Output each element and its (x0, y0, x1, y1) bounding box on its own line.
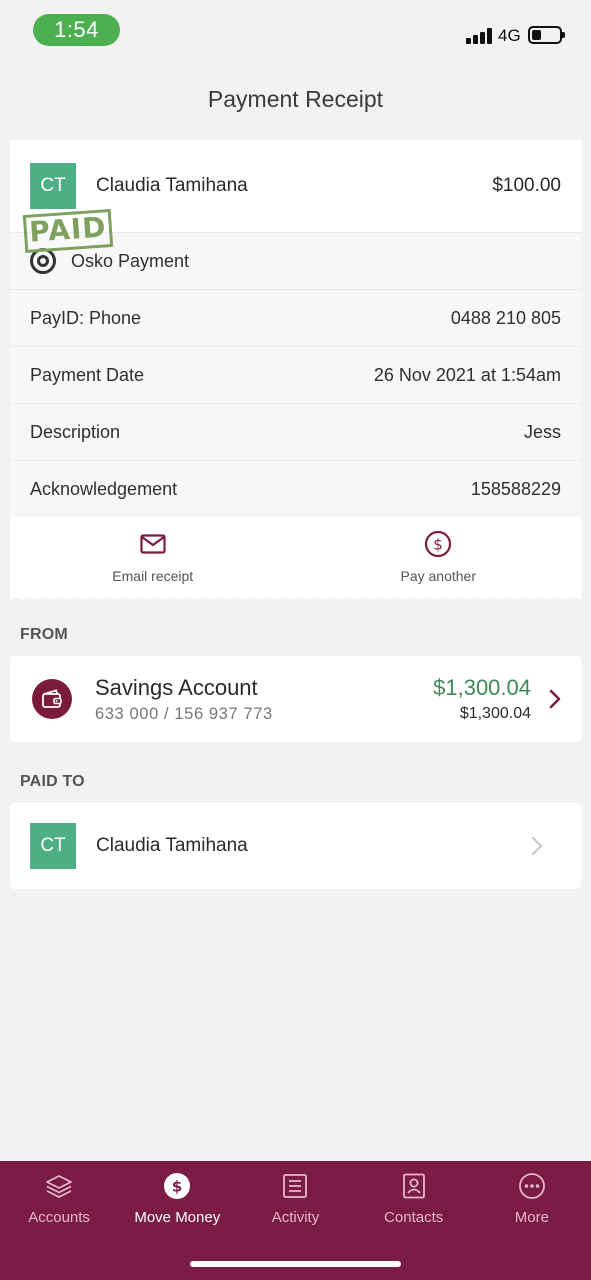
paid-stamp: PAID (22, 208, 114, 254)
account-name: Savings Account (95, 674, 258, 700)
signal-icon (466, 28, 492, 44)
receipt-card: CT Claudia Tamihana $100.00 Osko Payment… (10, 139, 581, 603)
payee-avatar: CT (30, 163, 76, 209)
page-title: Payment Receipt (207, 86, 384, 112)
pay-another-button[interactable]: $ Pay another (296, 517, 582, 597)
detail-value: 158588229 (470, 478, 561, 499)
detail-row-acknowledgement: Acknowledgement 158588229 (10, 460, 581, 517)
paid-to-section-label: PAID TO (20, 773, 85, 790)
detail-label: Description (30, 421, 121, 442)
svg-text:$: $ (172, 1178, 182, 1196)
payment-receipt-screen: 1:54 4G Payment Receipt CT Claudia Tamih… (0, 0, 591, 1280)
detail-label: PayID: Phone (30, 307, 142, 328)
chevron-right-icon (549, 689, 561, 709)
detail-value: 26 Nov 2021 at 1:54am (373, 364, 561, 385)
payment-amount: $100.00 (492, 175, 561, 196)
wallet-icon (32, 679, 72, 719)
current-balance: $1,300.04 (459, 705, 531, 722)
paid-to-card[interactable]: CT Claudia Tamihana (10, 803, 581, 889)
chevron-right-icon (531, 836, 543, 856)
envelope-icon (140, 534, 166, 554)
pay-another-label: Pay another (400, 568, 477, 584)
contact-book-icon (399, 1171, 429, 1201)
email-receipt-button[interactable]: Email receipt (10, 517, 296, 597)
from-section-label: FROM (20, 626, 68, 643)
paid-to-avatar: CT (30, 823, 76, 869)
detail-label: Payment Date (30, 364, 145, 385)
dollar-circle-icon: $ (162, 1171, 192, 1201)
dollar-circle-icon: $ (425, 530, 452, 558)
email-receipt-label: Email receipt (112, 568, 194, 584)
available-balance: $1,300.04 (433, 675, 531, 700)
status-time[interactable]: 1:54 (33, 14, 120, 46)
tab-label: Contacts (384, 1209, 444, 1226)
network-type: 4G (498, 26, 521, 45)
detail-row-payment-date: Payment Date 26 Nov 2021 at 1:54am (10, 346, 581, 403)
detail-label: Acknowledgement (30, 478, 178, 499)
svg-text:$: $ (433, 536, 443, 554)
payee-name: Claudia Tamihana (96, 175, 248, 196)
tab-label: Accounts (28, 1209, 90, 1226)
tab-more[interactable]: More (473, 1161, 591, 1280)
more-dots-icon (517, 1171, 547, 1201)
tab-label: More (514, 1209, 549, 1226)
list-icon (280, 1171, 310, 1201)
home-indicator[interactable] (190, 1261, 401, 1267)
detail-row-payid: PayID: Phone 0488 210 805 (10, 289, 581, 346)
tab-label: Activity (271, 1209, 320, 1226)
detail-value: Jess (523, 421, 561, 442)
tab-label: Move Money (134, 1209, 221, 1226)
detail-value: 0488 210 805 (450, 307, 561, 328)
from-account-card[interactable]: Savings Account 633 000 / 156 937 773 $1… (10, 656, 581, 742)
receipt-actions: Email receipt $ Pay another (10, 517, 581, 597)
receipt-torn-edge-bottom (10, 597, 581, 603)
tab-accounts[interactable]: Accounts (0, 1161, 118, 1280)
battery-icon (528, 26, 565, 44)
layers-icon (44, 1171, 74, 1201)
detail-row-description: Description Jess (10, 403, 581, 460)
payment-method-label: Osko Payment (71, 250, 190, 271)
paid-to-name: Claudia Tamihana (96, 835, 248, 856)
account-number: 633 000 / 156 937 773 (95, 704, 273, 723)
status-bar: 1:54 4G (0, 0, 591, 60)
